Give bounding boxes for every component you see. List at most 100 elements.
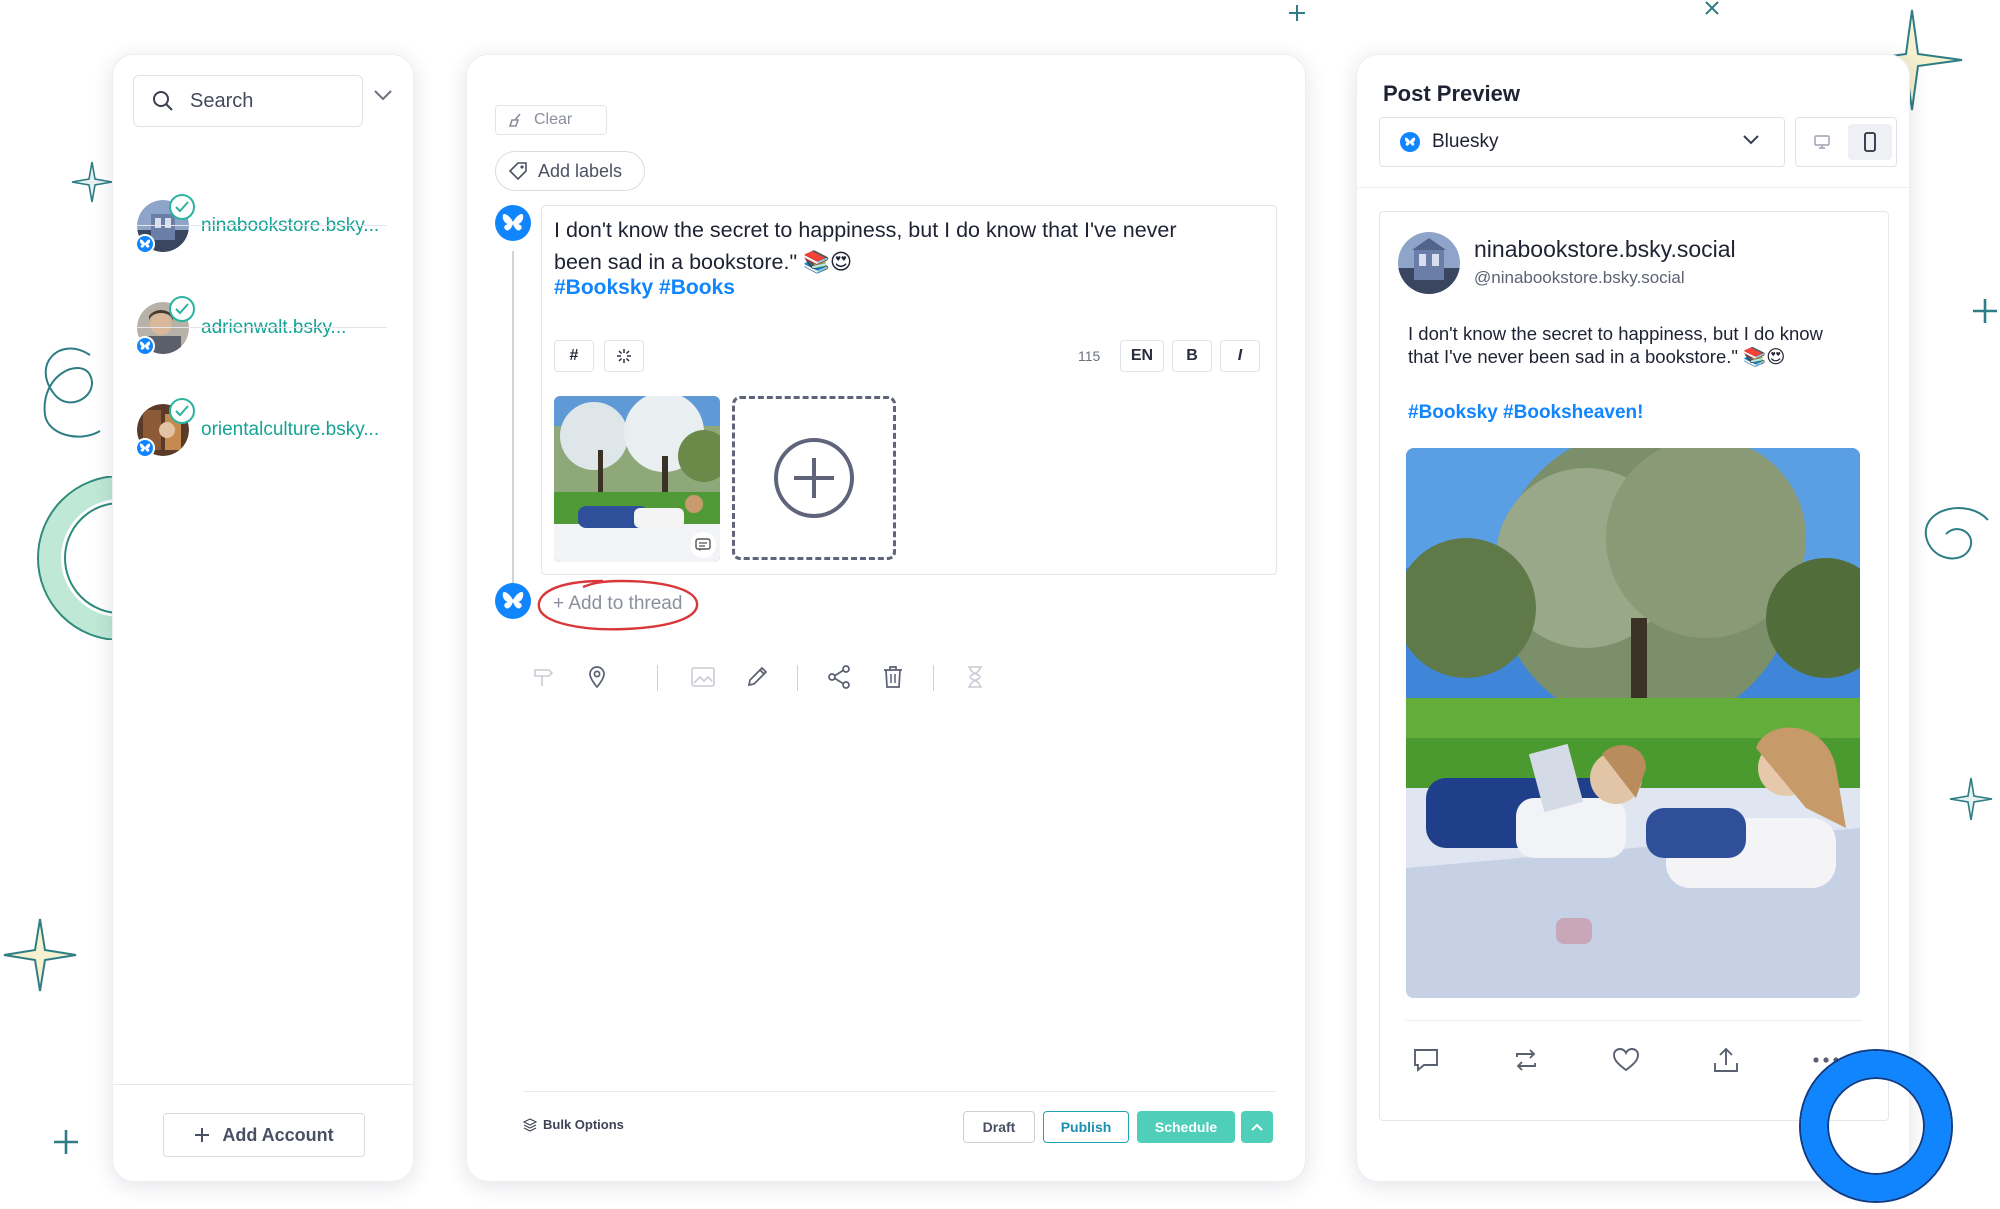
plus-circle-icon [774, 438, 854, 518]
verified-check-icon [169, 296, 195, 322]
thread-line [512, 251, 514, 591]
verified-check-icon [169, 398, 195, 424]
preview-title: Post Preview [1383, 81, 1520, 106]
character-count: 115 [1078, 348, 1101, 364]
broom-icon [508, 113, 521, 127]
bluesky-icon [495, 205, 531, 241]
bulk-options-label: Bulk Options [543, 1117, 624, 1132]
plus-decoration [1289, 5, 1305, 21]
highlight-circle-annotation [537, 579, 699, 631]
reply-icon[interactable] [1406, 1040, 1446, 1080]
account-item[interactable]: ninabookstore.bsky... [135, 181, 387, 271]
divider [137, 225, 387, 226]
account-item[interactable]: orientalculture.bsky... [135, 385, 387, 475]
search-icon [153, 91, 173, 111]
hashtag-button[interactable]: # [554, 340, 594, 372]
location-pin-icon[interactable] [581, 661, 613, 693]
plus-decoration [1973, 299, 1997, 323]
network-select[interactable]: Bluesky [1379, 117, 1785, 167]
divider [1357, 187, 1909, 188]
chevron-down-icon [1743, 135, 1759, 145]
share-icon[interactable] [823, 661, 855, 693]
italic-label: I [1237, 347, 1243, 364]
attached-image-thumbnail[interactable] [554, 396, 720, 562]
avatar [135, 296, 195, 356]
post-composer[interactable]: I don't know the secret to happiness, bu… [541, 205, 1277, 575]
image-icon[interactable] [687, 661, 719, 693]
preview-hashtags: #Booksky #Booksheaven! [1408, 402, 1644, 423]
signpost-icon[interactable] [527, 661, 559, 693]
divider [113, 1084, 413, 1085]
desktop-view-button[interactable] [1800, 124, 1844, 160]
ring-decoration [37, 476, 120, 640]
layers-icon [523, 1117, 537, 1132]
hourglass-icon[interactable] [959, 661, 991, 693]
add-account-button[interactable]: Add Account [163, 1113, 365, 1157]
account-item[interactable]: adrienwalt.bsky... [135, 283, 387, 373]
account-name: ninabookstore.bsky... [201, 215, 380, 236]
publish-button[interactable]: Publish [1043, 1111, 1129, 1143]
verified-check-icon [169, 194, 195, 220]
account-name: adrienwalt.bsky... [201, 317, 347, 338]
sparkle-decoration [71, 161, 113, 203]
swirl-decoration [43, 347, 101, 438]
avatar [1398, 232, 1460, 294]
divider [657, 665, 658, 691]
sparkle-decoration [1949, 777, 1993, 821]
divider [1406, 1020, 1862, 1021]
add-labels-label: Add labels [538, 160, 623, 181]
preview-display-name: ninabookstore.bsky.social [1474, 236, 1736, 262]
search-input[interactable]: Search [133, 75, 363, 127]
trash-icon[interactable] [877, 661, 909, 693]
divider [523, 1091, 1275, 1092]
cross-decoration [1705, 1, 1719, 15]
network-label: Bluesky [1432, 131, 1499, 152]
clear-label: Clear [534, 111, 573, 128]
sparkle-decoration [3, 918, 77, 992]
italic-button[interactable]: I [1220, 340, 1260, 372]
schedule-options-button[interactable] [1241, 1111, 1273, 1143]
magic-wand-button[interactable] [604, 340, 644, 372]
preview-post-image [1406, 448, 1860, 998]
chevron-up-icon [1251, 1123, 1263, 1131]
draft-button[interactable]: Draft [963, 1111, 1035, 1143]
plus-decoration [54, 1130, 78, 1154]
add-account-label: Add Account [222, 1124, 334, 1145]
search-placeholder: Search [190, 89, 254, 112]
post-hashtags: #Booksky #Books [554, 276, 735, 299]
alt-text-icon[interactable] [690, 532, 716, 558]
tag-icon [508, 162, 527, 181]
pencil-icon[interactable] [741, 661, 773, 693]
schedule-button[interactable]: Schedule [1137, 1111, 1235, 1143]
chevron-down-icon[interactable] [373, 89, 393, 101]
add-media-button[interactable] [732, 396, 896, 560]
post-preview-panel: Post Preview Bluesky ninabookstore.bsky.… [1356, 54, 1910, 1182]
bluesky-icon [1400, 132, 1420, 152]
heart-icon[interactable] [1606, 1040, 1646, 1080]
bluesky-badge-icon [135, 438, 155, 458]
mobile-icon [1864, 132, 1876, 152]
add-labels-button[interactable]: Add labels [495, 151, 645, 191]
language-button[interactable]: EN [1120, 340, 1164, 372]
mobile-view-button[interactable] [1848, 124, 1892, 160]
bold-button[interactable]: B [1172, 340, 1212, 372]
post-editor-panel: Clear Add labels I don't know the secret… [466, 54, 1306, 1182]
desktop-icon [1814, 135, 1830, 149]
upload-icon[interactable] [1706, 1040, 1746, 1080]
repost-icon[interactable] [1506, 1040, 1546, 1080]
divider [137, 327, 387, 328]
bluesky-badge-icon [135, 336, 155, 356]
ring-decoration [1799, 1049, 1953, 1203]
swirl-decoration [1924, 507, 1989, 560]
clear-button[interactable]: Clear [495, 105, 607, 135]
accounts-panel: Search ninabookstore.bsky... adrienwalt.… [112, 54, 414, 1182]
post-text-input[interactable]: I don't know the secret to happiness, bu… [554, 214, 1194, 278]
bulk-options-button[interactable]: Bulk Options [523, 1117, 624, 1132]
divider [797, 665, 798, 691]
plus-icon [195, 1128, 210, 1142]
hashtag-label: # [569, 347, 579, 364]
account-name: orientalculture.bsky... [201, 419, 380, 440]
device-toggle [1795, 117, 1897, 167]
bluesky-badge-icon [135, 234, 155, 254]
divider [933, 665, 934, 691]
